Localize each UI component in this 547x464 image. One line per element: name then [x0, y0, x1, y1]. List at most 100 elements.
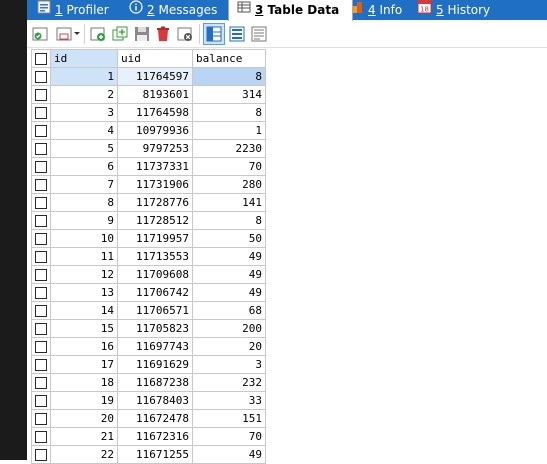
- row-checkbox-cell[interactable]: [31, 337, 51, 356]
- row-checkbox-cell[interactable]: [31, 67, 51, 86]
- cell-balance[interactable]: 8: [192, 67, 266, 86]
- row-checkbox-cell[interactable]: [31, 175, 51, 194]
- row-checkbox[interactable]: [35, 449, 47, 461]
- cell-id[interactable]: 4: [50, 121, 118, 140]
- table-row[interactable]: 21 11672316 70: [31, 427, 266, 446]
- tab-profiler[interactable]: 1 Profiler: [37, 0, 109, 20]
- select-all-checkbox[interactable]: [31, 49, 51, 68]
- cell-id[interactable]: 14: [50, 301, 118, 320]
- cell-id[interactable]: 18: [50, 373, 118, 392]
- cell-uid[interactable]: 11737331: [117, 157, 193, 176]
- cell-balance[interactable]: 68: [192, 301, 266, 320]
- table-row[interactable]: 22 11671255 49: [31, 445, 266, 464]
- row-checkbox-cell[interactable]: [31, 319, 51, 338]
- cell-balance[interactable]: 8: [192, 103, 266, 122]
- table-row[interactable]: 10 11719957 50: [31, 229, 266, 248]
- table-row[interactable]: 9 11728512 8: [31, 211, 266, 230]
- cell-uid[interactable]: 11678403: [117, 391, 193, 410]
- table-row[interactable]: 12 11709608 49: [31, 265, 266, 284]
- cell-uid[interactable]: 11719957: [117, 229, 193, 248]
- cell-id[interactable]: 17: [50, 355, 118, 374]
- tab-info[interactable]: 4 Info: [352, 0, 402, 20]
- row-checkbox[interactable]: [35, 71, 47, 83]
- cell-uid[interactable]: 8193601: [117, 85, 193, 104]
- cell-balance[interactable]: 33: [192, 391, 266, 410]
- row-checkbox[interactable]: [35, 215, 47, 227]
- form-view-icon[interactable]: [228, 25, 246, 43]
- cell-balance[interactable]: 141: [192, 193, 266, 212]
- checkbox[interactable]: [35, 53, 47, 65]
- cell-id[interactable]: 15: [50, 319, 118, 338]
- row-checkbox[interactable]: [35, 305, 47, 317]
- save-icon[interactable]: [133, 25, 151, 43]
- cell-uid[interactable]: 11728776: [117, 193, 193, 212]
- cell-uid[interactable]: 11691629: [117, 355, 193, 374]
- text-view-icon[interactable]: [250, 25, 268, 43]
- cell-balance[interactable]: 314: [192, 85, 266, 104]
- table-row[interactable]: 5 9797253 2230: [31, 139, 266, 158]
- cell-uid[interactable]: 11706742: [117, 283, 193, 302]
- row-checkbox-cell[interactable]: [31, 445, 51, 464]
- row-checkbox[interactable]: [35, 413, 47, 425]
- row-checkbox[interactable]: [35, 359, 47, 371]
- cell-balance[interactable]: 49: [192, 265, 266, 284]
- row-checkbox-cell[interactable]: [31, 409, 51, 428]
- cell-id[interactable]: 10: [50, 229, 118, 248]
- table-row[interactable]: 20 11672478 151: [31, 409, 266, 428]
- cell-id[interactable]: 8: [50, 193, 118, 212]
- cell-balance[interactable]: 3: [192, 355, 266, 374]
- cell-balance[interactable]: 232: [192, 373, 266, 392]
- cell-uid[interactable]: 11713553: [117, 247, 193, 266]
- cell-id[interactable]: 5: [50, 139, 118, 158]
- export-dropdown-button[interactable]: [55, 25, 81, 43]
- table-row[interactable]: 17 11691629 3: [31, 355, 266, 374]
- cell-id[interactable]: 16: [50, 337, 118, 356]
- cell-balance[interactable]: 70: [192, 157, 266, 176]
- row-checkbox[interactable]: [35, 125, 47, 137]
- row-checkbox-cell[interactable]: [31, 247, 51, 266]
- cell-id[interactable]: 11: [50, 247, 118, 266]
- cell-balance[interactable]: 1: [192, 121, 266, 140]
- delete-row-icon[interactable]: [154, 25, 172, 43]
- column-header-uid[interactable]: uid: [117, 49, 193, 68]
- row-checkbox-cell[interactable]: [31, 121, 51, 140]
- row-checkbox-cell[interactable]: [31, 139, 51, 158]
- discard-changes-icon[interactable]: [176, 25, 194, 43]
- cell-uid[interactable]: 10979936: [117, 121, 193, 140]
- row-checkbox-cell[interactable]: [31, 229, 51, 248]
- cell-balance[interactable]: 49: [192, 247, 266, 266]
- table-row[interactable]: 15 11705823 200: [31, 319, 266, 338]
- row-checkbox-cell[interactable]: [31, 85, 51, 104]
- cell-id[interactable]: 22: [50, 445, 118, 464]
- cell-uid[interactable]: 11764597: [117, 67, 193, 86]
- cell-uid[interactable]: 11731906: [117, 175, 193, 194]
- cell-id[interactable]: 7: [50, 175, 118, 194]
- row-checkbox-cell[interactable]: [31, 211, 51, 230]
- row-checkbox[interactable]: [35, 431, 47, 443]
- row-checkbox-cell[interactable]: [31, 193, 51, 212]
- cell-uid[interactable]: 11672316: [117, 427, 193, 446]
- table-row[interactable]: 19 11678403 33: [31, 391, 266, 410]
- table-row[interactable]: 16 11697743 20: [31, 337, 266, 356]
- cell-balance[interactable]: 280: [192, 175, 266, 194]
- cell-id[interactable]: 1: [50, 67, 118, 86]
- row-checkbox-cell[interactable]: [31, 283, 51, 302]
- cell-uid[interactable]: 11697743: [117, 337, 193, 356]
- cell-balance[interactable]: 20: [192, 337, 266, 356]
- tab-table-data[interactable]: 3 Table Data: [228, 0, 353, 21]
- row-checkbox-cell[interactable]: [31, 373, 51, 392]
- row-checkbox[interactable]: [35, 161, 47, 173]
- cell-uid[interactable]: 11672478: [117, 409, 193, 428]
- cell-id[interactable]: 3: [50, 103, 118, 122]
- cell-balance[interactable]: 151: [192, 409, 266, 428]
- row-checkbox[interactable]: [35, 395, 47, 407]
- grid-view-icon[interactable]: [203, 23, 225, 45]
- cell-id[interactable]: 9: [50, 211, 118, 230]
- row-checkbox-cell[interactable]: [31, 103, 51, 122]
- row-checkbox-cell[interactable]: [31, 427, 51, 446]
- table-row[interactable]: 4 10979936 1: [31, 121, 266, 140]
- cell-uid[interactable]: 11671255: [117, 445, 193, 464]
- row-checkbox[interactable]: [35, 89, 47, 101]
- table-row[interactable]: 2 8193601 314: [31, 85, 266, 104]
- cell-uid[interactable]: 11706571: [117, 301, 193, 320]
